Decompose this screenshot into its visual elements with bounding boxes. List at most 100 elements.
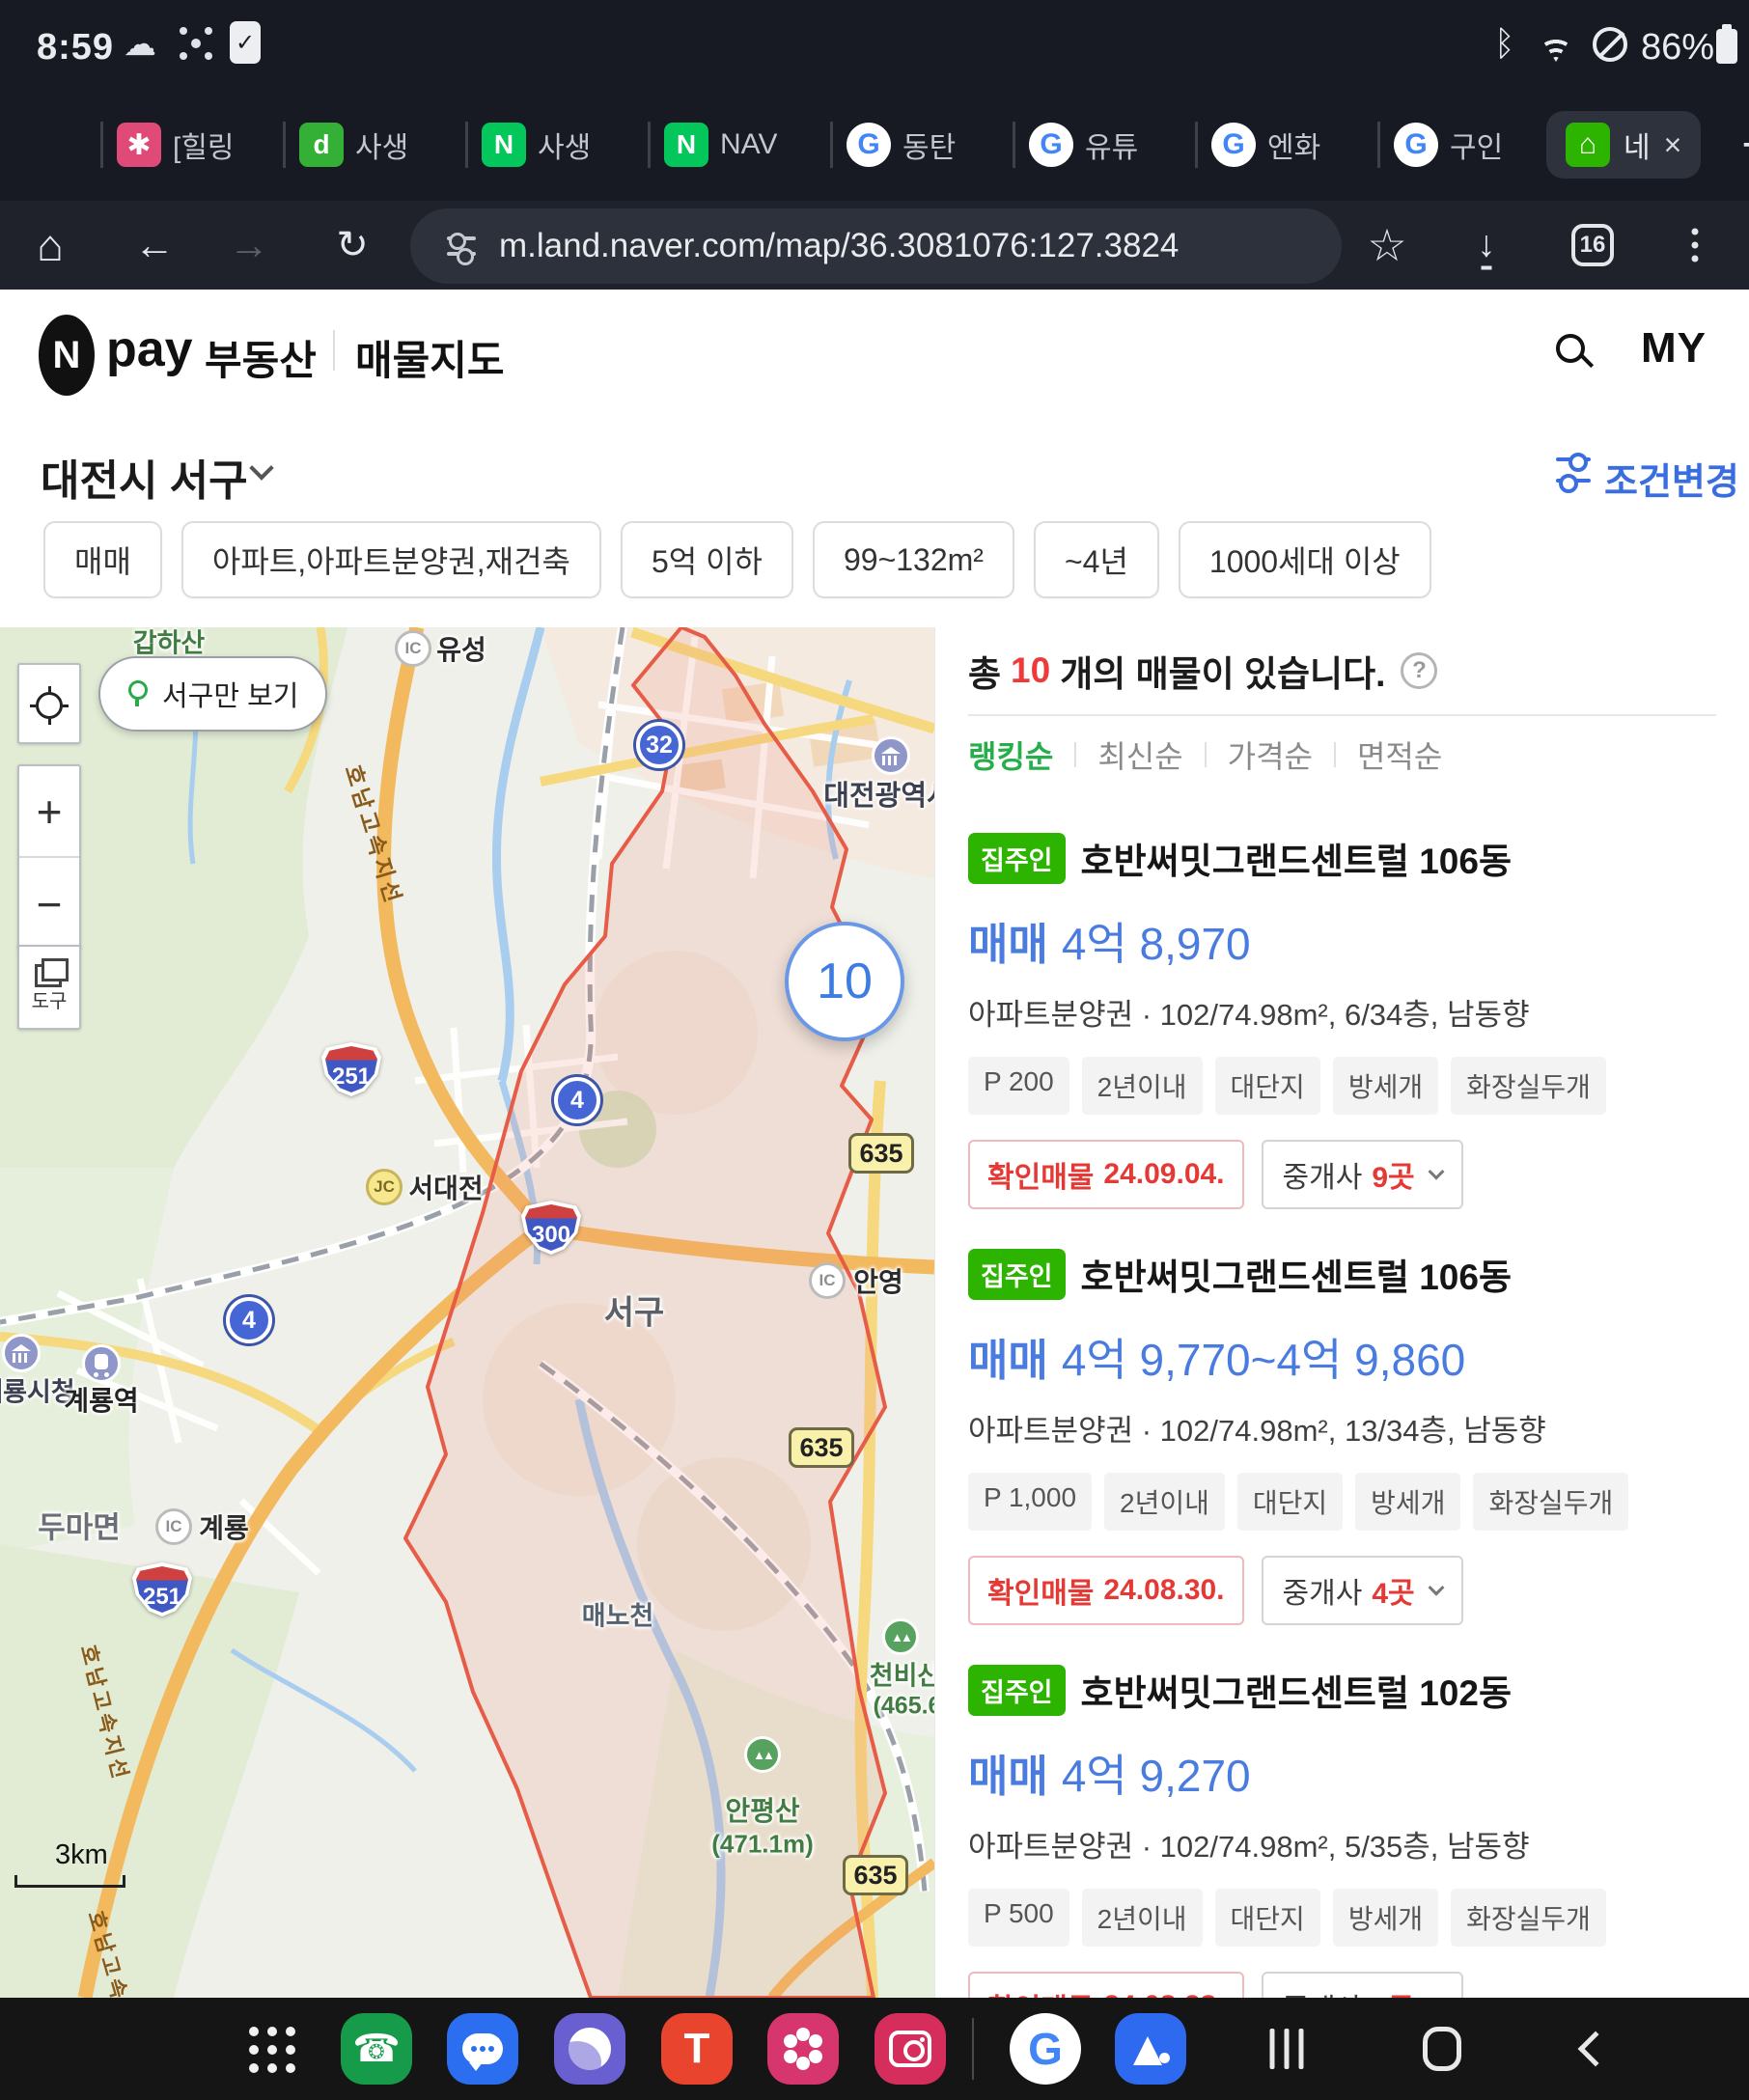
tab-healing[interactable]: ✱ [힐링 xyxy=(117,123,269,167)
home-button[interactable] xyxy=(1423,2027,1461,2071)
help-icon[interactable]: ? xyxy=(1401,652,1437,689)
summary-count: 10 xyxy=(1011,650,1050,691)
reload-icon[interactable]: ↻ xyxy=(336,223,369,267)
map-pin-icon xyxy=(127,680,149,707)
battery-icon xyxy=(1716,29,1737,64)
tab-google-1[interactable]: G 동탄 xyxy=(847,123,999,167)
map-tools-button[interactable]: 도구 xyxy=(17,945,81,1030)
tab-naver-2[interactable]: N NAV xyxy=(664,123,817,167)
tab-active-naver-land[interactable]: ⌂ 네 × xyxy=(1546,111,1701,179)
listing-panel: 총 10 개의 매물이 있습니다. ? 랭킹순 최신순 가격순 면적순 집주인 … xyxy=(934,627,1749,1998)
recents-button[interactable] xyxy=(1270,2029,1304,2069)
forward-icon[interactable]: → xyxy=(229,222,269,268)
view-district-only-button[interactable]: 서구만 보기 xyxy=(98,656,327,732)
agents-dropdown[interactable]: 중개사 2곳 xyxy=(1262,1972,1463,1998)
menu-kebab-icon[interactable] xyxy=(1692,229,1699,262)
region-selector[interactable]: 대전시 서구 xyxy=(41,446,248,508)
naver-land-app-icon[interactable] xyxy=(1115,2013,1186,2085)
listing-title[interactable]: 호반써밋그랜드센트럴 106동 xyxy=(1081,1248,1512,1300)
gallery-app-icon[interactable] xyxy=(767,2013,839,2085)
tab-switcher-button[interactable]: 16 xyxy=(1571,224,1614,266)
tab-divider xyxy=(100,122,103,168)
place-label-daejeon-city: 대전광역시 xyxy=(823,773,934,814)
agents-dropdown[interactable]: 중개사 9곳 xyxy=(1262,1140,1463,1209)
url-text[interactable]: m.land.naver.com/map/36.3081076:127.3824 xyxy=(499,208,1342,284)
download-icon[interactable]: ↓ xyxy=(1478,225,1496,266)
brand-pay[interactable]: pay xyxy=(106,320,193,378)
listing-spec: 아파트분양권 · 102/74.98m², 13/34층, 남동향 xyxy=(968,1406,1716,1450)
tab-divider xyxy=(1377,122,1380,168)
train-station-icon xyxy=(82,1344,121,1383)
listing-title[interactable]: 호반써밋그랜드센트럴 106동 xyxy=(1081,832,1512,884)
sort-area[interactable]: 면적순 xyxy=(1357,732,1442,777)
naver-logo[interactable]: N xyxy=(39,315,95,396)
listing-tags: P 500 2년이내 대단지 방세개 화장실두개 xyxy=(968,1889,1716,1947)
chip-trade-type[interactable]: 매매 xyxy=(43,521,162,598)
tab-daum[interactable]: d 사생 xyxy=(299,123,452,167)
sort-newest[interactable]: 최신순 xyxy=(1097,732,1182,777)
chip-property-type[interactable]: 아파트,아파트분양권,재건축 xyxy=(181,521,601,598)
back-icon[interactable]: ← xyxy=(134,222,175,268)
tistory-app-icon[interactable]: T xyxy=(661,2013,733,2085)
my-location-button[interactable] xyxy=(17,663,81,744)
route-badge-635: 635 xyxy=(843,1855,908,1895)
route-badge-635: 635 xyxy=(789,1427,854,1468)
listing-title[interactable]: 호반써밋그랜드센트럴 102동 xyxy=(1081,1664,1512,1716)
back-button[interactable] xyxy=(1578,2031,1614,2067)
listing-item[interactable]: 집주인 호반써밋그랜드센트럴 106동 매매4억 9,770~4억 9,860 … xyxy=(968,1209,1716,1625)
chip-area[interactable]: 99~132m² xyxy=(813,521,1014,598)
place-label-gyeryong: 계룡 xyxy=(199,1507,249,1546)
home-icon[interactable]: ⌂ xyxy=(37,219,64,271)
do-not-disturb-icon xyxy=(1593,27,1627,62)
filter-change-button[interactable]: 조건변경 xyxy=(1604,452,1739,505)
phone-app-icon[interactable]: ☎ xyxy=(341,2013,412,2085)
region-bar: 대전시 서구 조건변경 xyxy=(0,425,1749,521)
listing-spec: 아파트분양권 · 102/74.98m², 6/34층, 남동향 xyxy=(968,990,1716,1034)
tab-naver-1[interactable]: N 사생 xyxy=(482,123,634,167)
place-label-dumamyeon: 두마면 xyxy=(38,1504,121,1547)
tab-google-2[interactable]: G 유튜 xyxy=(1029,123,1181,167)
camera-app-icon[interactable] xyxy=(874,2013,946,2085)
chip-price[interactable]: 5억 이하 xyxy=(621,521,793,598)
tab-google-3[interactable]: G 엔화 xyxy=(1211,123,1364,167)
bookmark-star-icon[interactable]: ☆ xyxy=(1367,219,1406,271)
tab-google-4[interactable]: G 구인 xyxy=(1394,123,1546,167)
listing-price: 매매4억 8,970 xyxy=(968,909,1716,973)
chevron-down-icon[interactable] xyxy=(249,456,273,480)
google-app-icon[interactable]: G xyxy=(1010,2013,1081,2085)
route-badge-4: 4 xyxy=(226,1297,272,1343)
listing-price: 매매4억 9,270 xyxy=(968,1741,1716,1805)
listing-cluster-marker[interactable]: 10 xyxy=(785,922,904,1041)
new-tab-button[interactable]: + xyxy=(1741,116,1749,174)
battery-percent: 86% xyxy=(1641,27,1714,69)
close-tab-icon[interactable]: × xyxy=(1664,127,1682,163)
google-favicon: G xyxy=(1211,123,1256,167)
messages-app-icon[interactable] xyxy=(447,2013,518,2085)
dock-divider xyxy=(972,2018,974,2080)
agents-dropdown[interactable]: 중개사 4곳 xyxy=(1262,1556,1463,1625)
filter-sliders-icon[interactable] xyxy=(1556,450,1591,490)
naver-favicon: N xyxy=(482,123,526,167)
app-drawer-icon[interactable] xyxy=(249,2027,295,2073)
sort-tabs: 랭킹순 최신순 가격순 면적순 xyxy=(968,716,1716,793)
url-bar[interactable]: m.land.naver.com/map/36.3081076:127.3824 xyxy=(410,208,1342,284)
chip-households[interactable]: 1000세대 이상 xyxy=(1179,521,1431,598)
listing-item[interactable]: 집주인 호반써밋그랜드센트럴 102동 매매4억 9,270 아파트분양권 · … xyxy=(968,1625,1716,1998)
samsung-internet-app-icon[interactable] xyxy=(554,2013,625,2085)
city-hall-icon xyxy=(872,736,910,775)
brand-service[interactable]: 부동산 xyxy=(205,328,317,387)
place-label-anyeong: 안영 xyxy=(853,1261,903,1300)
zoom-in-button[interactable]: + xyxy=(19,766,79,858)
map-canvas[interactable]: 호남고속지선 호남고속지선 호남고속지선 갑하산 (468.7m) IC 유성 … xyxy=(0,627,934,1998)
sort-ranking[interactable]: 랭킹순 xyxy=(968,732,1053,777)
sort-price[interactable]: 가격순 xyxy=(1228,732,1313,777)
zoom-out-button[interactable]: − xyxy=(19,858,79,950)
listing-item[interactable]: 집주인 호반써밋그랜드센트럴 106동 매매4억 8,970 아파트분양권 · … xyxy=(968,793,1716,1209)
my-menu-button[interactable]: MY xyxy=(1641,324,1707,373)
chip-age[interactable]: ~4년 xyxy=(1034,521,1159,598)
route-badge-635: 635 xyxy=(848,1133,914,1174)
scale-label: 3km xyxy=(55,1839,125,1871)
listing-tags: P 1,000 2년이내 대단지 방세개 화장실두개 xyxy=(968,1473,1716,1531)
site-settings-icon[interactable] xyxy=(447,231,476,262)
search-icon[interactable] xyxy=(1556,334,1585,363)
